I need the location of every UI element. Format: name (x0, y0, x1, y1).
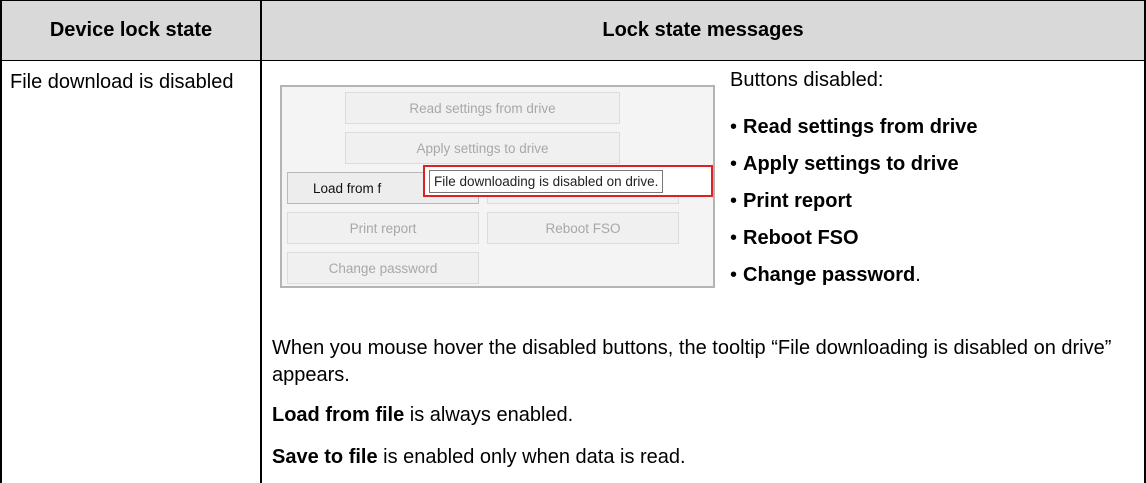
list-item-label: Reboot FSO (743, 227, 859, 249)
bullet: • (730, 227, 738, 249)
column-divider (260, 0, 262, 483)
save-to-file-text: is enabled only when data is read. (377, 446, 686, 468)
bullet: • (730, 264, 738, 286)
bullet: • (730, 190, 738, 212)
change-password-button[interactable]: Change password (287, 252, 479, 284)
list-item: • Change password. (730, 257, 978, 294)
list-item-label: Read settings from drive (743, 116, 978, 138)
list-item: • Read settings from drive (730, 109, 978, 146)
file-download-disabled-tooltip: File downloading is disabled on drive. (429, 169, 664, 193)
list-item-suffix: . (915, 264, 921, 286)
list-item-label: Change password (743, 264, 916, 286)
bullet: • (730, 116, 738, 138)
reboot-fso-button[interactable]: Reboot FSO (487, 212, 679, 244)
disabled-buttons-list: • Read settings from drive • Apply setting… (730, 109, 978, 294)
apply-settings-button[interactable]: Apply settings to drive (345, 132, 620, 164)
header-lock-state-messages: Lock state messages (262, 1, 1144, 60)
list-item-label: Print report (743, 190, 852, 212)
buttons-disabled-heading: Buttons disabled: (730, 69, 884, 91)
read-settings-button[interactable]: Read settings from drive (345, 92, 620, 124)
bullet: • (730, 153, 738, 175)
table-border-left (0, 0, 2, 483)
hover-tooltip-note: When you mouse hover the disabled button… (272, 337, 1112, 386)
list-item: • Print report (730, 183, 978, 220)
print-report-button[interactable]: Print report (287, 212, 479, 244)
list-item-label: Apply settings to drive (743, 153, 959, 175)
lock-state-table: Device lock state Lock state messages Fi… (0, 0, 1146, 483)
load-from-file-text: is always enabled. (404, 404, 574, 426)
load-from-file-label: Load from file (272, 404, 405, 426)
list-item: • Reboot FSO (730, 220, 978, 257)
save-to-file-label: Save to file (272, 446, 378, 468)
list-item: • Apply settings to drive (730, 146, 978, 183)
device-lock-state-value: File download is disabled (10, 71, 234, 93)
load-from-file-note: Load from file is always enabled. (272, 402, 1132, 429)
tooltip-highlight: File downloading is disabled on drive. (423, 165, 713, 197)
save-to-file-note: Save to file is enabled only when data i… (272, 444, 1132, 471)
header-device-lock-state: Device lock state (2, 1, 260, 60)
